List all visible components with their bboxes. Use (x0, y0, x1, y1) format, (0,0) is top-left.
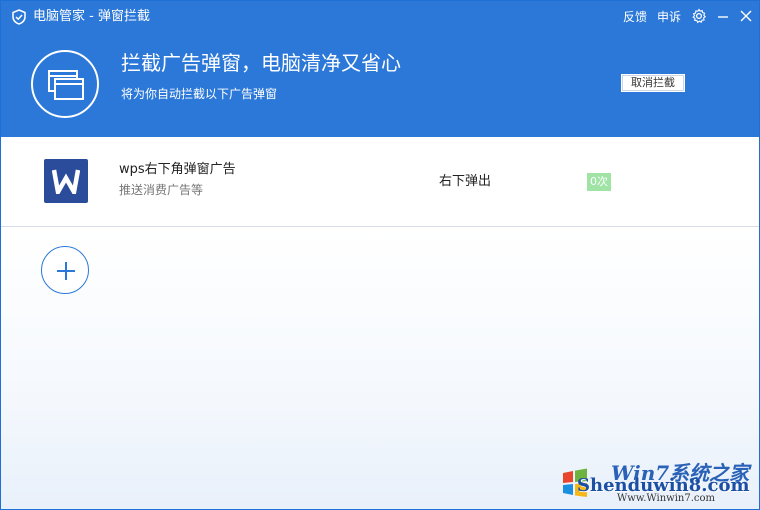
wps-logo-icon (44, 159, 88, 203)
item-description: 推送消费广告等 (119, 183, 204, 197)
popup-window-icon (31, 50, 99, 118)
gear-icon[interactable] (691, 8, 707, 24)
block-count-badge: 0次 (587, 173, 611, 191)
banner-headline: 拦截广告弹窗，电脑清净又省心 (121, 51, 401, 75)
appeal-link[interactable]: 申诉 (657, 8, 681, 26)
plus-icon (57, 262, 75, 280)
site-watermark: Win7系统之家 Shenduwin8.com Www.Winwin7.com (557, 461, 757, 507)
popup-blocker-window: 电脑管家 - 弹窗拦截 反馈 申诉 拦截广告弹窗，电脑清净又省心 将为你自动拦截… (0, 0, 760, 510)
item-popup-position: 右下弹出 (439, 174, 492, 189)
cancel-block-button[interactable]: 取消拦截 (621, 74, 685, 92)
list-item[interactable]: wps右下角弹窗广告 推送消费广告等 右下弹出 0次 (1, 137, 759, 227)
window-title: 电脑管家 - 弹窗拦截 (33, 9, 150, 24)
add-item-button[interactable] (41, 246, 89, 294)
banner-subline: 将为你自动拦截以下广告弹窗 (121, 87, 278, 101)
feedback-link[interactable]: 反馈 (623, 8, 647, 26)
close-icon[interactable] (738, 8, 754, 24)
minimize-icon[interactable] (715, 8, 731, 24)
item-name: wps右下角弹窗广告 (119, 162, 236, 177)
shield-check-icon (11, 9, 27, 25)
header-banner: 电脑管家 - 弹窗拦截 反馈 申诉 拦截广告弹窗，电脑清净又省心 将为你自动拦截… (1, 1, 759, 137)
title-bar[interactable]: 电脑管家 - 弹窗拦截 反馈 申诉 (1, 1, 759, 33)
watermark-subdomain: Www.Winwin7.com (617, 493, 715, 504)
